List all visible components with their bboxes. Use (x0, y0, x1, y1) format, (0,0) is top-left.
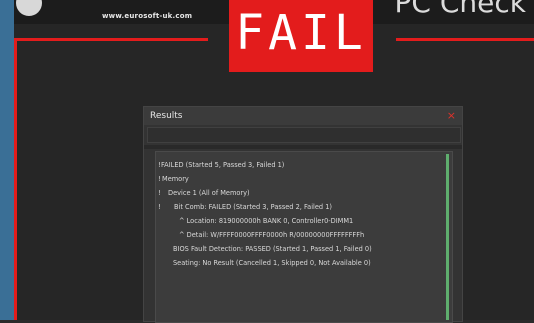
site-url: www.eurosoft-uk.com (102, 12, 193, 20)
results-list[interactable]: ! FAILED (Started 5, Passed 3, Failed 1)… (155, 151, 453, 323)
accent-line-left-vertical (14, 38, 17, 320)
dialog-toolbar (147, 127, 461, 143)
dialog-separator (144, 145, 462, 149)
accent-line-left (14, 38, 208, 41)
dialog-title-bar[interactable]: Results × (144, 107, 462, 125)
result-line: Bit Comb: FAILED (Started 3, Passed 2, F… (174, 203, 332, 211)
status-text: FAIL (235, 5, 367, 61)
result-line: ^ Location: 819000000h BANK 0, Controlle… (179, 217, 354, 225)
dialog-title: Results (150, 111, 183, 121)
result-line: ^ Detail: W/FFFF0000FFFF0000h R/00000000… (179, 231, 365, 239)
warning-marker: ! (158, 189, 161, 197)
scrollbar-thumb[interactable] (446, 154, 449, 320)
results-dialog: Results × ! FAILED (Started 5, Passed 3,… (143, 106, 463, 323)
result-line: FAILED (Started 5, Passed 3, Failed 1) (161, 161, 285, 169)
result-line: Device 1 (All of Memory) (168, 189, 250, 197)
scrollbar[interactable] (445, 154, 451, 320)
result-line: BIOS Fault Detection: PASSED (Started 1,… (173, 245, 372, 253)
warning-marker: ! (158, 203, 161, 211)
accent-line-right (396, 38, 534, 41)
result-line: Memory (162, 175, 189, 183)
warning-marker: ! (158, 175, 161, 183)
close-icon[interactable]: × (447, 109, 456, 122)
result-line: Seating: No Result (Cancelled 1, Skipped… (173, 259, 371, 267)
brand-name: PC Check (394, 0, 526, 19)
fail-banner: FAIL (229, 0, 373, 72)
